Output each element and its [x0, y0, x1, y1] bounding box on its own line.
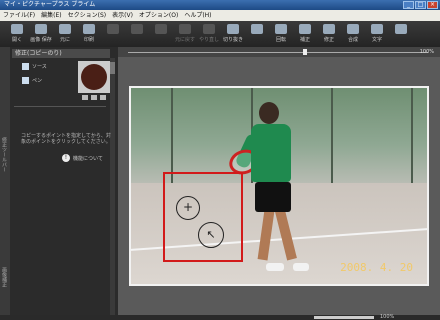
tool-text-button[interactable]: 文字: [366, 21, 388, 43]
status-zoom-slider[interactable]: [314, 316, 374, 319]
menu-view[interactable]: 表示(V): [112, 10, 133, 21]
panel-divider: [14, 106, 106, 107]
menu-edit[interactable]: 編集(E): [41, 10, 61, 21]
side-tab-label-2: 画像補正: [1, 267, 7, 287]
brush-row-pen[interactable]: ペン: [22, 77, 42, 84]
fence-pole: [171, 88, 173, 183]
brush-row-source[interactable]: ソース: [22, 63, 47, 70]
zoom-ruler: 100%: [118, 47, 440, 57]
brush-size-medium-icon[interactable]: [91, 95, 97, 100]
player-head: [259, 102, 279, 124]
rotate-icon: [275, 24, 287, 34]
zoom-knob[interactable]: [303, 49, 307, 55]
maximize-button[interactable]: □: [415, 1, 426, 9]
menu-bar: ファイル(F) 編集(E) セクション(S) 表示(V) オプション(O) ヘル…: [0, 10, 440, 21]
tool-save-button[interactable]: 画像 保存: [30, 21, 52, 43]
tool-extra-button[interactable]: [246, 21, 268, 36]
toolbar: 開く 画像 保存 元に 印刷 元に戻す やり直し 切り抜き 回転 補正 修正 合…: [0, 21, 440, 47]
clone-cursor[interactable]: ↖: [198, 222, 224, 248]
window-titlebar: マイ・ピクチャープラス ブライム _ □ ×: [0, 0, 440, 10]
side-tab[interactable]: 修正ツールバー 画像補正: [0, 47, 10, 315]
tool-rotate-button[interactable]: 回転: [270, 21, 292, 43]
info-link[interactable]: ! 機能について: [62, 154, 103, 162]
zoom-track[interactable]: [128, 52, 428, 53]
save-icon: [35, 24, 47, 34]
adjust-icon: [299, 24, 311, 34]
merge-icon: [347, 24, 359, 34]
crop-icon: [227, 24, 239, 34]
tool-back-button[interactable]: 元に: [54, 21, 76, 43]
fence-pole: [331, 88, 333, 183]
tool-icon: [155, 24, 167, 34]
tool-crop-button[interactable]: 切り抜き: [222, 21, 244, 43]
player-shirt: [251, 124, 291, 182]
tool-redo-button[interactable]: やり直し: [198, 21, 220, 43]
tool-open-button[interactable]: 開く: [6, 21, 28, 43]
undo-icon: [59, 24, 71, 34]
scroll-thumb[interactable]: [110, 62, 115, 74]
info-icon: !: [62, 154, 70, 162]
menu-options[interactable]: オプション(O): [139, 10, 178, 21]
brush-size-small-icon[interactable]: [82, 95, 88, 100]
retouch-icon: [323, 24, 335, 34]
brush-color-swatch: [81, 64, 107, 90]
zoom-value: 100%: [419, 49, 434, 55]
player-shorts: [255, 182, 291, 212]
menu-file[interactable]: ファイル(F): [3, 10, 35, 21]
text-icon: [371, 24, 383, 34]
tool-icon: [395, 24, 407, 34]
close-button[interactable]: ×: [427, 1, 438, 9]
redo-icon: [203, 24, 215, 34]
tool-retouch-button[interactable]: 修正: [318, 21, 340, 43]
tool-icon: [251, 24, 263, 34]
panel-title: 修正(コピーのり): [12, 49, 110, 58]
folder-icon: [11, 24, 23, 34]
panel-description: コピーするポイントを指定してから、対象のポイントをクリックしてください。: [21, 133, 111, 145]
tool-disabled-button[interactable]: [150, 21, 172, 36]
tool-last-button[interactable]: [390, 21, 412, 36]
status-zoom-value: 100%: [380, 314, 395, 320]
print-icon: [83, 24, 95, 34]
status-bar: [0, 315, 440, 320]
undo-icon: [179, 24, 191, 34]
tool-print-button[interactable]: 印刷: [78, 21, 100, 43]
tool-icon: [131, 24, 143, 34]
date-stamp: 2008. 4. 20: [340, 261, 413, 274]
brush-size-large-icon[interactable]: [100, 95, 106, 100]
menu-help[interactable]: ヘルプ(H): [184, 10, 211, 21]
brush-preview: [78, 61, 110, 93]
tool-merge-button[interactable]: 合成: [342, 21, 364, 43]
minimize-button[interactable]: _: [403, 1, 414, 9]
source-point-marker[interactable]: +: [176, 196, 200, 220]
tool-disabled-button[interactable]: [126, 21, 148, 36]
tool-icon: [107, 24, 119, 34]
side-tab-label: 修正ツールバー: [1, 137, 7, 172]
panel-scrollbar[interactable]: [110, 58, 115, 315]
brush-source-icon: [22, 63, 29, 70]
menu-section[interactable]: セクション(S): [68, 10, 107, 21]
window-controls: _ □ ×: [403, 1, 438, 9]
highlight-box: [163, 172, 243, 262]
tool-adjust-button[interactable]: 補正: [294, 21, 316, 43]
info-label: 機能について: [73, 155, 103, 162]
fence-pole: [411, 88, 413, 183]
player-shoe: [293, 263, 309, 271]
tool-undo-button[interactable]: 元に戻す: [174, 21, 196, 43]
player-shoe: [266, 263, 284, 271]
window-title: マイ・ピクチャープラス ブライム: [4, 1, 96, 8]
tool-disabled-button[interactable]: [102, 21, 124, 36]
brush-pen-icon: [22, 77, 29, 84]
